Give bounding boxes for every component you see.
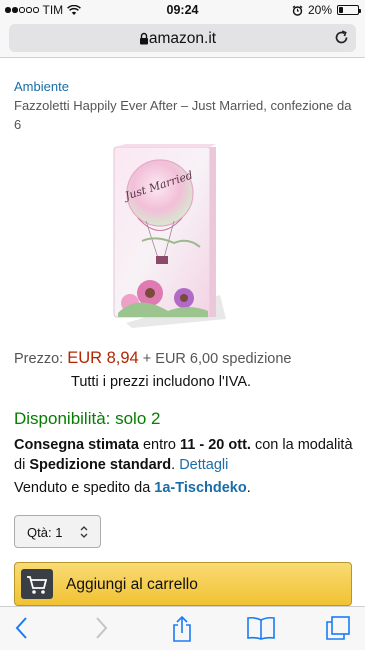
bookmarks-icon[interactable]	[246, 615, 276, 641]
forward-icon[interactable]	[92, 615, 110, 641]
delivery-period: .	[171, 457, 176, 473]
seller-prefix: Venduto e spedito da	[14, 480, 151, 496]
quantity-label: Qtà:	[27, 525, 52, 540]
seller-info: Venduto e spedito da 1a-Tischdeko.	[14, 480, 251, 496]
cart-icon-box	[21, 569, 53, 599]
vat-note: Tutti i prezzi includono l'IVA.	[71, 374, 252, 390]
quantity-select[interactable]: Qtà: 1	[14, 515, 101, 548]
shipping-cost: + EUR 6,00 spedizione	[142, 351, 292, 367]
quantity-text: Qtà: 1	[27, 525, 62, 540]
delivery-details-link[interactable]: Dettagli	[179, 457, 228, 473]
status-right: 20%	[292, 3, 361, 17]
alarm-icon	[292, 5, 303, 16]
battery-level	[339, 7, 343, 13]
add-to-cart-label: Aggiungi al carrello	[66, 576, 198, 593]
delivery-info: Consegna stimata entro 11 - 20 ott. con …	[14, 435, 354, 475]
battery-percent: 20%	[307, 3, 332, 17]
battery-icon	[337, 5, 361, 15]
add-to-cart-button[interactable]: Aggiungi al carrello	[14, 562, 352, 606]
quantity-value: 1	[55, 525, 63, 540]
price-value: EUR 8,94	[67, 349, 139, 367]
browser-toolbar	[0, 606, 365, 650]
product-title: Fazzoletti Happily Ever After – Just Mar…	[14, 98, 352, 132]
address-bar[interactable]: amazon.it	[9, 24, 356, 52]
delivery-dates: 11 - 20 ott.	[180, 437, 251, 453]
status-bar: TIM 09:24 20%	[0, 0, 365, 20]
availability-status: Disponibilità: solo 2	[14, 409, 161, 428]
price-row: Prezzo: EUR 8,94 + EUR 6,00 spedizione	[14, 349, 292, 368]
seller-suffix: .	[246, 480, 251, 496]
price-label: Prezzo:	[14, 351, 64, 367]
browser-header: amazon.it	[0, 20, 365, 58]
seller-link[interactable]: 1a-Tischdeko	[154, 480, 246, 496]
product-image[interactable]: Just Married	[108, 143, 228, 328]
delivery-label: Consegna stimata	[14, 437, 139, 453]
delivery-between: entro	[142, 437, 176, 453]
back-icon[interactable]	[13, 615, 31, 641]
brand-link[interactable]: Ambiente	[14, 79, 69, 94]
url-text: amazon.it	[148, 30, 217, 47]
stepper-arrows-icon	[80, 526, 88, 538]
share-icon[interactable]	[170, 615, 194, 643]
tabs-icon[interactable]	[325, 615, 351, 641]
reload-icon[interactable]	[333, 29, 350, 46]
delivery-method: Spedizione standard	[29, 457, 172, 473]
cart-icon	[27, 576, 48, 594]
